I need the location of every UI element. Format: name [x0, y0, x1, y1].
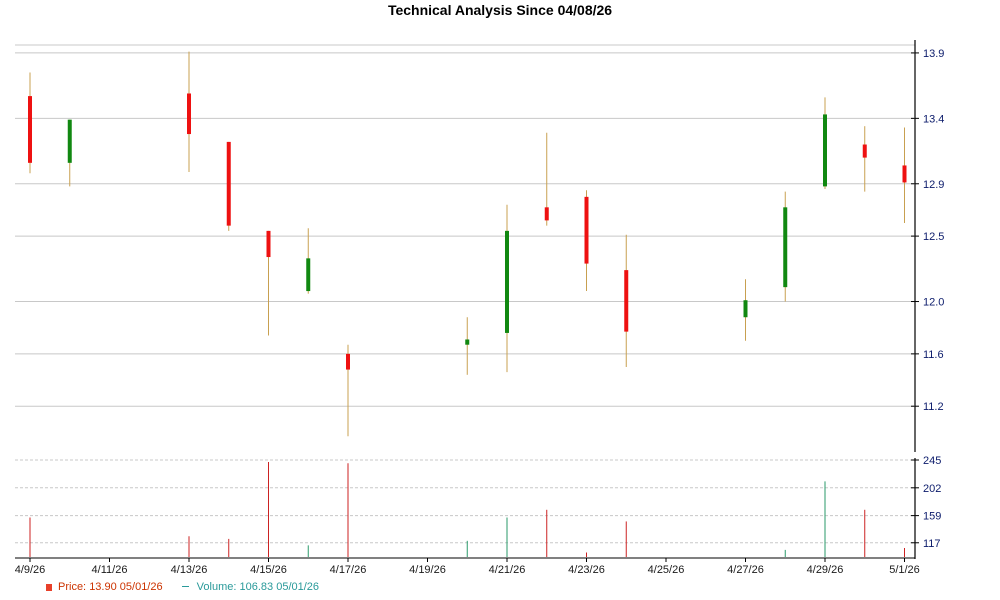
candle-body: [187, 93, 191, 135]
candle-body: [584, 196, 589, 264]
price-tick-label: 12.9: [923, 179, 944, 191]
price-tick-label: 12.5: [923, 231, 944, 243]
price-tick-label: 11.6: [923, 349, 944, 361]
candle-body: [226, 141, 231, 226]
legend-volume-value: 106.83: [239, 581, 274, 593]
chart-title: Technical Analysis Since 04/08/26: [387, 2, 613, 18]
volume-swatch-icon: [181, 586, 189, 587]
candle-body: [266, 230, 271, 258]
date-tick-label: 4/29/26: [807, 564, 844, 576]
date-tick-label: 4/9/26: [15, 564, 46, 576]
legend-volume: Volume: 106.83 05/01/26: [181, 581, 320, 593]
candle-body: [862, 144, 867, 158]
legend-price-date: 05/01/26: [119, 581, 163, 593]
chart-legend: Price: 13.90 05/01/26 Volume: 106.83 05/…: [46, 581, 335, 593]
legend-price: Price: 13.90 05/01/26: [46, 581, 166, 593]
date-tick-label: 4/27/26: [727, 564, 764, 576]
candle-body: [505, 230, 509, 333]
technical-analysis-chart: 13.9 13.4 12.9 12.5 12.0 11.6 11.2 245 202 159 117…: [0, 0, 1000, 600]
date-tick-label: 5/1/26: [889, 564, 920, 576]
candle-body: [346, 353, 350, 370]
legend-price-value: 13.90: [89, 581, 117, 593]
candle-body: [783, 207, 788, 288]
volume-tick-label: 117: [923, 538, 941, 550]
candle-body: [823, 114, 827, 187]
legend-volume-date: 05/01/26: [276, 581, 320, 593]
price-swatch-icon: [46, 584, 52, 591]
legend-volume-label: Volume:: [196, 581, 237, 593]
date-tick-label: 4/25/26: [648, 564, 685, 576]
date-tick-label: 4/23/26: [568, 564, 605, 576]
candle-body: [624, 270, 629, 332]
volume-tick-label: 159: [923, 511, 941, 523]
date-tick-label: 4/13/26: [171, 564, 208, 576]
price-tick-label: 11.2: [923, 401, 944, 413]
volume-tick-label: 245: [923, 455, 941, 467]
candle-body: [544, 207, 549, 221]
legend-price-label: Price:: [58, 581, 87, 593]
candle-body: [306, 258, 311, 292]
candle-body: [465, 339, 470, 345]
date-tick-label: 4/21/26: [489, 564, 526, 576]
date-tick-label: 4/19/26: [409, 564, 446, 576]
date-tick-label: 4/17/26: [330, 564, 367, 576]
volume-tick-label: 202: [923, 483, 941, 495]
price-tick-label: 13.4: [923, 113, 944, 125]
chart-canvas: 13.9 13.4 12.9 12.5 12.0 11.6 11.2 245 202 159 117…: [15, 40, 944, 576]
price-tick-label: 13.9: [923, 48, 944, 60]
price-tick-label: 12.0: [923, 297, 944, 309]
candle-body: [67, 119, 72, 163]
candle-body: [743, 300, 748, 318]
candle-body: [28, 96, 32, 163]
candle-body: [902, 165, 907, 183]
date-tick-label: 4/11/26: [92, 564, 128, 576]
date-tick-label: 4/15/26: [250, 564, 287, 576]
